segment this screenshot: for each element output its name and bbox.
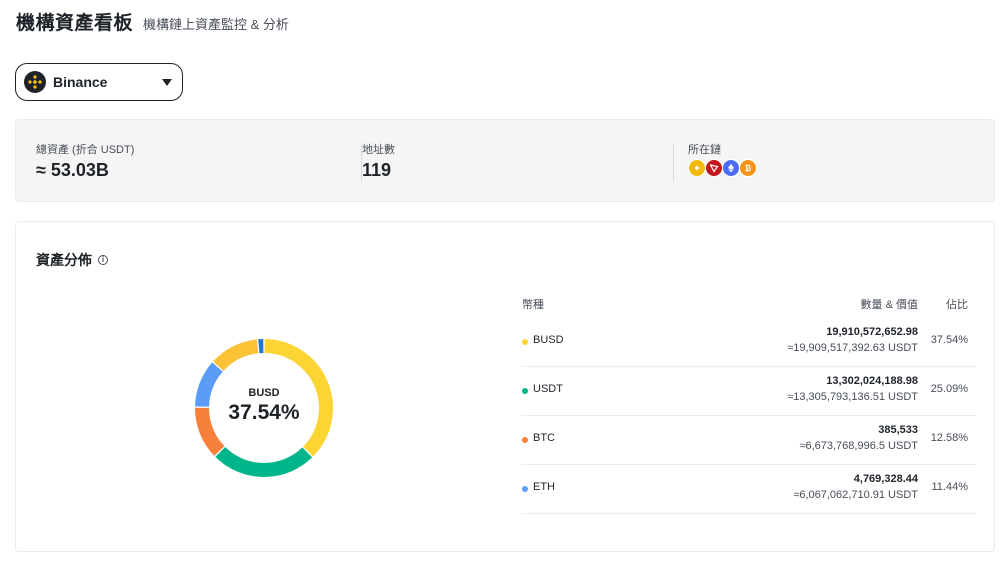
ethereum-chain-icon [722,159,740,177]
coin-percent: 12.58% [930,432,968,444]
coin-name: USDT [533,383,563,395]
table-row[interactable]: ETH 4,769,328.44 ≈6,067,062,710.91 USDT … [521,465,976,514]
info-icon[interactable]: i [98,255,108,265]
total-assets-stat: 總資產 (折合 USDT) ≈ 53.03B [36,120,336,201]
chain-icons: ₿ [688,159,757,177]
coin-amount: 19,910,572,652.98 [826,326,918,338]
asset-distribution-title-text: 資產分佈 [36,252,92,268]
coin-amount: 385,533 [878,424,918,436]
legend-dot [522,437,528,443]
coin-amount: 4,769,328.44 [853,473,918,485]
binance-logo-icon [24,71,46,93]
legend-dot [522,486,528,492]
legend-dot [522,388,528,394]
summary-card: 總資產 (折合 USDT) ≈ 53.03B 地址數 119 所在鏈 ₿ [15,119,995,202]
asset-distribution-panel: 資產分佈 i BUSD 37.54% 幣種 數量 & 價值 佔比 BUSD 19… [15,221,995,552]
asset-distribution-title: 資產分佈 i [36,250,108,270]
exchange-select-value: Binance [53,74,108,90]
coin-value: ≈6,673,768,996.5 USDT [799,440,918,452]
table-row[interactable]: USDT 13,302,024,188.98 ≈13,305,793,136.5… [521,367,976,416]
coin-value: ≈19,909,517,392.63 USDT [787,342,918,354]
donut-center: BUSD 37.54% [191,335,337,481]
bitcoin-chain-icon: ₿ [739,159,757,177]
chevron-down-icon [162,78,172,86]
asset-table: 幣種 數量 & 價值 佔比 BUSD 19,910,572,652.98 ≈19… [521,288,976,528]
svg-text:₿: ₿ [745,164,752,173]
page-title: 機構資產看板 [16,13,134,34]
table-row[interactable]: BTC 385,533 ≈6,673,768,996.5 USDT 12.58% [521,416,976,465]
coin-name: ETH [533,481,555,493]
page-header: 機構資產看板 機構鏈上資產監控 & 分析 [16,8,289,35]
table-row[interactable]: BUSD 19,910,572,652.98 ≈19,909,517,392.6… [521,318,976,367]
header-coin: 幣種 [522,299,544,311]
coin-amount: 13,302,024,188.98 [826,375,918,387]
address-count-value: 119 [362,160,392,180]
address-count-label: 地址數 [362,144,395,156]
coin-name: BUSD [533,334,564,346]
bnb-chain-icon [688,159,706,177]
header-percent[interactable]: 佔比 [946,296,968,312]
asset-table-header: 幣種 數量 & 價值 佔比 [521,288,976,318]
donut-center-value: 37.54% [228,401,300,424]
tron-chain-icon [705,159,723,177]
address-count-stat: 地址數 119 [362,120,662,201]
chains-label: 所在鏈 [688,144,721,156]
chains-stat: 所在鏈 ₿ [688,120,988,201]
donut-center-label: BUSD [248,387,280,399]
page-subtitle: 機構鏈上資產監控 & 分析 [143,17,289,32]
coin-percent: 25.09% [930,383,968,395]
total-assets-label: 總資產 (折合 USDT) [36,144,135,156]
coin-percent: 11.44% [931,481,969,493]
total-assets-value: ≈ 53.03B [36,160,109,180]
coin-value: ≈13,305,793,136.51 USDT [787,391,918,403]
header-amount[interactable]: 數量 & 價值 [861,296,918,312]
legend-dot [522,339,528,345]
coin-value: ≈6,067,062,710.91 USDT [793,489,918,501]
exchange-select[interactable]: Binance [15,63,183,101]
coin-name: BTC [533,432,555,444]
divider [673,143,674,181]
coin-percent: 37.54% [930,334,968,346]
